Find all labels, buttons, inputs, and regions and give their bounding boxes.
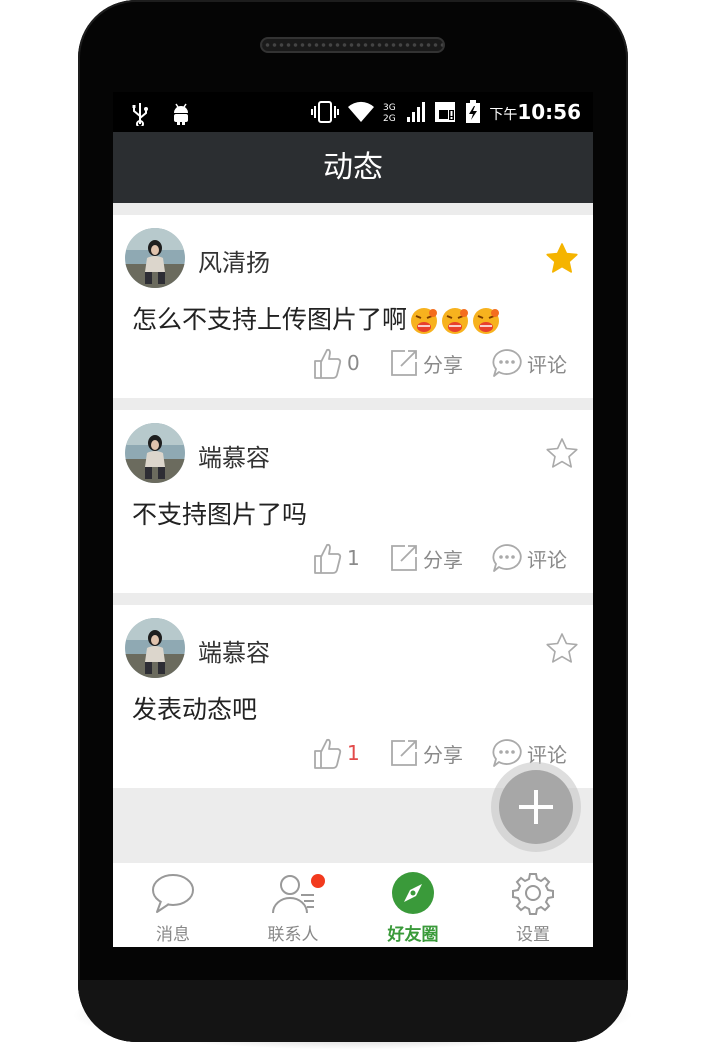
status-bar: 3G 2G 下午10:56 <box>113 92 593 132</box>
tab-settings[interactable]: 设置 <box>473 863 593 947</box>
thumbs-up-icon <box>314 543 342 574</box>
page-title: 动态 <box>113 132 593 203</box>
tab-label: 好友圈 <box>387 925 439 945</box>
like-button[interactable]: 0 <box>313 346 360 380</box>
share-label: 分享 <box>423 547 463 572</box>
post-actions: 0 分享 评论 <box>313 346 583 380</box>
comment-button[interactable]: 评论 <box>491 541 567 575</box>
emoji-group <box>409 306 502 336</box>
battery-icon <box>466 100 481 123</box>
like-count: 1 <box>347 546 360 570</box>
bottom-tab-bar: 消息 联系人 好友圈 设置 <box>113 863 593 947</box>
svg-text:3G: 3G <box>383 103 396 113</box>
notification-badge <box>311 874 325 888</box>
phone-chin <box>78 980 628 1042</box>
comment-label: 评论 <box>527 352 567 377</box>
share-button[interactable]: 分享 <box>389 541 463 575</box>
share-icon <box>391 545 417 571</box>
share-button[interactable]: 分享 <box>389 736 463 770</box>
comment-button[interactable]: 评论 <box>491 346 567 380</box>
post-card: 端慕容 发表动态吧 1 分享 评论 <box>113 605 593 788</box>
angry-emoji-icon <box>411 308 438 334</box>
add-post-button[interactable] <box>499 770 573 844</box>
post-text: 怎么不支持上传图片了啊 <box>132 305 408 334</box>
avatar[interactable] <box>125 228 185 288</box>
share-icon <box>391 350 417 376</box>
wifi-icon <box>348 101 375 122</box>
star-icon[interactable] <box>545 632 579 666</box>
tab-friends-circle[interactable]: 好友圈 <box>353 863 473 947</box>
like-button[interactable]: 1 <box>313 541 360 575</box>
comment-icon <box>492 739 522 767</box>
avatar[interactable] <box>125 423 185 483</box>
like-count: 0 <box>347 351 360 375</box>
plus-icon <box>519 790 553 824</box>
svg-text:2G: 2G <box>383 114 396 124</box>
like-count: 1 <box>347 741 360 765</box>
vibrate-icon <box>311 101 340 123</box>
post-actions: 1 分享 评论 <box>313 541 583 575</box>
username[interactable]: 风清扬 <box>198 243 270 278</box>
signal-icon: 3G 2G <box>383 102 426 124</box>
tab-label: 联系人 <box>267 925 319 945</box>
post-card: 端慕容 不支持图片了吗 1 分享 评论 <box>113 410 593 593</box>
avatar[interactable] <box>125 618 185 678</box>
app-screen: 3G 2G 下午10:56 动态 风清扬 怎么不支持上传图片了啊 0 分享 评论… <box>113 92 593 947</box>
speaker-grille <box>260 37 445 53</box>
star-icon[interactable] <box>545 437 579 471</box>
share-icon <box>391 740 417 766</box>
post-text: 不支持图片了吗 <box>132 500 308 529</box>
username[interactable]: 端慕容 <box>198 633 270 668</box>
contacts-icon <box>272 875 314 914</box>
gear-icon <box>512 873 554 915</box>
angry-emoji-icon <box>442 308 469 334</box>
usb-icon <box>132 102 148 128</box>
like-button[interactable]: 1 <box>313 736 360 770</box>
sim-icon <box>435 102 456 122</box>
status-right: 3G 2G 下午10:56 <box>311 100 581 124</box>
tab-contacts[interactable]: 联系人 <box>233 863 353 947</box>
chat-bubble-icon <box>152 874 194 913</box>
post-text: 发表动态吧 <box>132 695 258 724</box>
compass-icon <box>392 872 434 914</box>
comment-icon <box>492 349 522 377</box>
username[interactable]: 端慕容 <box>198 438 270 473</box>
share-label: 分享 <box>423 742 463 767</box>
share-button[interactable]: 分享 <box>389 346 463 380</box>
time-prefix: 下午 <box>489 107 518 123</box>
status-left <box>131 100 191 128</box>
thumbs-up-icon <box>314 348 342 379</box>
tab-label: 消息 <box>156 925 190 945</box>
share-label: 分享 <box>423 352 463 377</box>
post-content: 不支持图片了吗 <box>132 495 309 531</box>
android-debug-icon <box>174 103 189 125</box>
star-icon[interactable] <box>545 242 579 276</box>
angry-emoji-icon <box>473 308 500 334</box>
clock: 10:56 <box>517 100 581 124</box>
post-content: 怎么不支持上传图片了啊 <box>132 300 502 336</box>
post-card: 风清扬 怎么不支持上传图片了啊 0 分享 评论 <box>113 215 593 398</box>
thumbs-up-icon <box>314 738 342 769</box>
tab-messages[interactable]: 消息 <box>113 863 233 947</box>
post-content: 发表动态吧 <box>132 690 259 726</box>
comment-icon <box>492 544 522 572</box>
comment-label: 评论 <box>527 547 567 572</box>
tab-label: 设置 <box>516 925 550 945</box>
